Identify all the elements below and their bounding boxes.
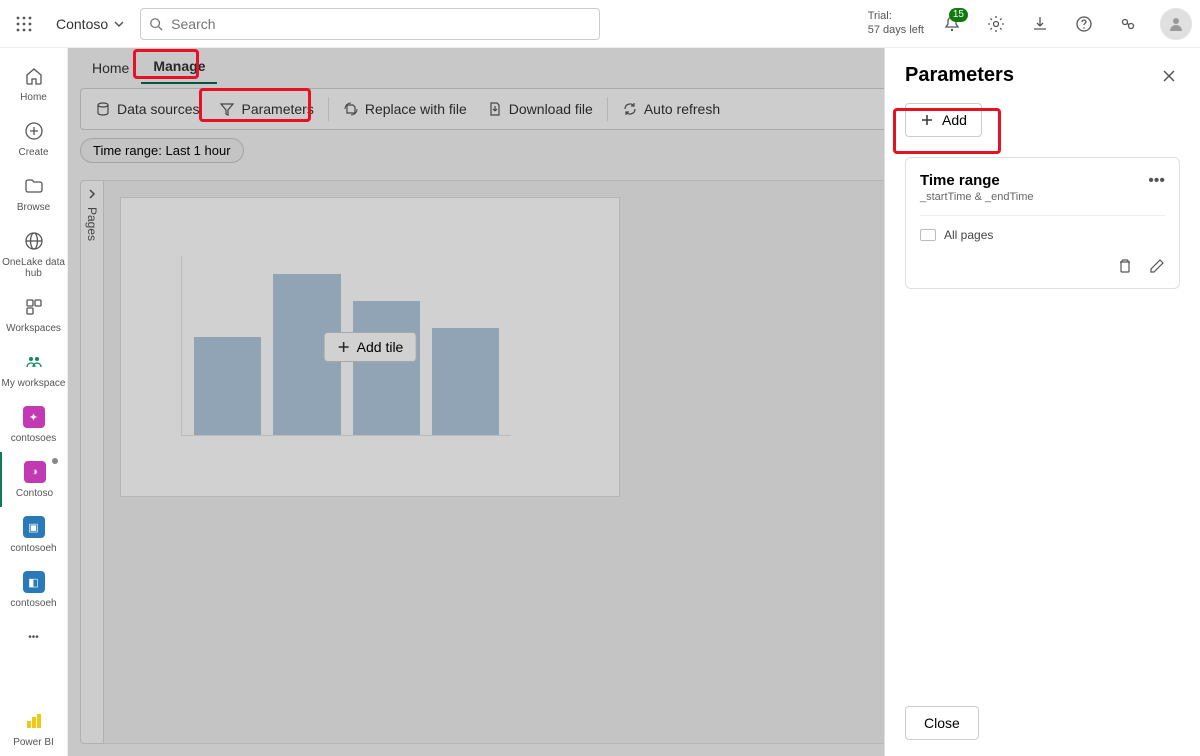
edit-parameter-button[interactable]: [1149, 258, 1165, 274]
home-icon: [24, 66, 44, 86]
parameters-button[interactable]: Parameters: [209, 95, 323, 123]
filter-icon: [219, 101, 235, 117]
replace-icon: [343, 101, 359, 117]
unsaved-dot-icon: [52, 458, 58, 464]
left-rail: Home Create Browse OneLake data hub Work…: [0, 48, 68, 756]
panel-header: Parameters: [885, 48, 1200, 95]
database-icon: [95, 101, 111, 117]
rail-contosoeh-1[interactable]: ▣ contosoeh: [0, 507, 68, 562]
delete-parameter-button[interactable]: [1117, 258, 1133, 274]
rail-contosoes[interactable]: ✦ contosoes: [0, 397, 68, 452]
powerbi-icon: [24, 711, 44, 731]
parameter-scope: All pages: [920, 228, 1165, 242]
chart-bar: [194, 337, 261, 435]
plus-icon: [920, 113, 934, 127]
search-icon: [149, 17, 163, 31]
panel-close-button[interactable]: [1158, 65, 1180, 87]
parameters-panel: Parameters Add Time range _startTime & _…: [884, 48, 1200, 756]
person-icon: [1167, 15, 1185, 33]
people-icon: [24, 352, 44, 372]
feedback-icon: [1119, 15, 1137, 33]
settings-button[interactable]: [976, 4, 1016, 44]
panel-title: Parameters: [905, 64, 1014, 87]
download-button[interactable]: [1020, 4, 1060, 44]
parameter-name: Time range: [920, 172, 1034, 189]
replace-file-button[interactable]: Replace with file: [333, 95, 477, 123]
download-file-button[interactable]: Download file: [477, 95, 603, 123]
notifications-button[interactable]: 15: [932, 4, 972, 44]
separator: [920, 215, 1165, 216]
org-switcher[interactable]: Contoso: [56, 16, 124, 32]
rail-powerbi[interactable]: Power BI: [0, 701, 68, 756]
chart-bar: [353, 301, 420, 435]
dashboard-icon: ◑: [24, 461, 46, 483]
pencil-icon: [1149, 258, 1165, 274]
eventstream-icon: ✦: [23, 406, 45, 428]
ellipsis-icon: •••: [22, 625, 46, 649]
download-icon: [1031, 15, 1049, 33]
tab-home[interactable]: Home: [80, 52, 141, 84]
rail-home[interactable]: Home: [0, 56, 68, 111]
search-box[interactable]: [140, 8, 600, 40]
auto-refresh-button[interactable]: Auto refresh: [612, 95, 730, 123]
workspaces-icon: [24, 297, 44, 317]
kql-db-icon: ▣: [23, 516, 45, 538]
data-sources-button[interactable]: Data sources: [85, 95, 209, 123]
search-input[interactable]: [171, 16, 591, 32]
panel-footer: Close: [885, 690, 1200, 756]
rail-browse[interactable]: Browse: [0, 166, 68, 221]
gear-icon: [987, 15, 1005, 33]
chevron-right-icon: [87, 189, 97, 199]
chart-bar: [432, 328, 499, 435]
folder-icon: [24, 176, 44, 196]
dashboard-tile[interactable]: Add tile: [120, 197, 620, 497]
top-bar: Contoso Trial: 57 days left 15: [0, 0, 1200, 48]
help-icon: [1075, 15, 1093, 33]
rail-onelake[interactable]: OneLake data hub: [0, 221, 68, 287]
trash-icon: [1117, 258, 1133, 274]
tab-manage[interactable]: Manage: [141, 50, 217, 84]
download-file-icon: [487, 101, 503, 117]
plus-circle-icon: [24, 121, 44, 141]
close-icon: [1162, 69, 1176, 83]
close-button[interactable]: Close: [905, 706, 979, 740]
toolbar-separator: [607, 97, 608, 121]
add-parameter-button[interactable]: Add: [905, 103, 982, 137]
pages-toggle[interactable]: Pages: [80, 180, 104, 744]
time-range-chip[interactable]: Time range: Last 1 hour: [80, 138, 244, 163]
rail-create[interactable]: Create: [0, 111, 68, 166]
rail-workspaces[interactable]: Workspaces: [0, 287, 68, 342]
globe-icon: [24, 231, 44, 251]
chevron-down-icon: [114, 19, 124, 29]
trial-status: Trial: 57 days left: [868, 10, 924, 36]
top-actions: 15: [932, 4, 1192, 44]
app-launcher-icon[interactable]: [8, 8, 40, 40]
eventhouse-icon: ◧: [23, 571, 45, 593]
parameter-subtitle: _startTime & _endTime: [920, 191, 1034, 203]
parameter-card: Time range _startTime & _endTime ••• All…: [905, 157, 1180, 289]
parameter-menu-button[interactable]: •••: [1148, 172, 1165, 190]
help-button[interactable]: [1064, 4, 1104, 44]
notification-badge: 15: [949, 8, 968, 22]
refresh-icon: [622, 101, 638, 117]
rail-my-workspace[interactable]: My workspace: [0, 342, 68, 397]
pages-label: Pages: [85, 207, 99, 241]
toolbar-separator: [328, 97, 329, 121]
add-tile-button[interactable]: Add tile: [324, 332, 417, 362]
pages-icon: [920, 229, 936, 241]
rail-contoso-active[interactable]: ◑ Contoso: [0, 452, 68, 507]
org-name: Contoso: [56, 16, 108, 32]
user-avatar[interactable]: [1160, 8, 1192, 40]
rail-more[interactable]: •••: [0, 617, 68, 657]
plus-icon: [337, 340, 351, 354]
rail-contosoeh-2[interactable]: ◧ contosoeh: [0, 562, 68, 617]
feedback-button[interactable]: [1108, 4, 1148, 44]
